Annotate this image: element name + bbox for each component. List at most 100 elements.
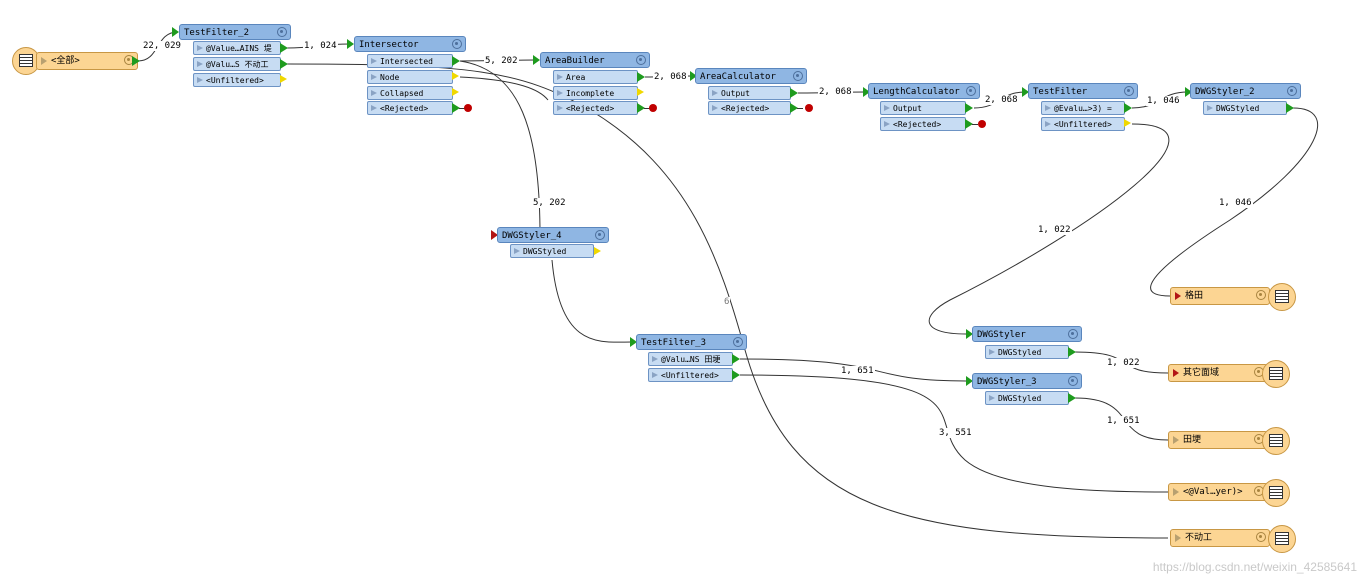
dwgstyler2-title[interactable]: DWGStyler_2 bbox=[1190, 83, 1301, 99]
gear-icon[interactable] bbox=[733, 337, 743, 347]
testfilter-port-1[interactable]: @Evalu…>3) = bbox=[1041, 101, 1125, 115]
areacalculator-title[interactable]: AreaCalculator bbox=[695, 68, 807, 84]
areabuilder-title[interactable]: AreaBuilder bbox=[540, 52, 650, 68]
reader-all[interactable]: <全部> bbox=[36, 52, 138, 70]
gear-icon[interactable] bbox=[1124, 86, 1134, 96]
watermark-text: https://blog.csdn.net/weixin_42585641 bbox=[1152, 560, 1357, 574]
intersector-title[interactable]: Intersector bbox=[354, 36, 466, 52]
output-port-arrow[interactable] bbox=[280, 43, 288, 53]
output-port-arrow[interactable] bbox=[1124, 103, 1132, 113]
gear-icon[interactable] bbox=[452, 39, 462, 49]
gear-icon[interactable] bbox=[1256, 532, 1266, 542]
edge-count-label: 2, 068 bbox=[818, 87, 853, 97]
edge-count-label: 1, 022 bbox=[1037, 225, 1072, 235]
testfilter2-port-1[interactable]: @Value…AINS 堤 bbox=[193, 41, 281, 55]
areacalculator-port-rejected[interactable]: <Rejected> bbox=[708, 101, 791, 115]
rejected-dot-icon bbox=[649, 104, 657, 112]
writer-valyer[interactable]: <@Val…yer)> bbox=[1168, 483, 1268, 501]
gear-icon[interactable] bbox=[277, 27, 287, 37]
output-port-arrow[interactable] bbox=[1068, 347, 1076, 357]
edge-count-label: 5, 202 bbox=[484, 56, 519, 66]
edge-count-label: 5, 202 bbox=[532, 198, 567, 208]
output-port-arrow[interactable] bbox=[452, 56, 460, 66]
output-port-arrow[interactable] bbox=[1124, 119, 1131, 127]
output-port-arrow[interactable] bbox=[965, 103, 973, 113]
rejected-connector bbox=[797, 108, 803, 109]
edge-count-label: 1, 046 bbox=[1218, 198, 1253, 208]
edge-count-label: 6 bbox=[723, 297, 731, 307]
gear-icon[interactable] bbox=[595, 230, 605, 240]
output-port-arrow[interactable] bbox=[452, 72, 459, 80]
writer-getian[interactable]: 格田 bbox=[1170, 287, 1270, 305]
output-port-arrow[interactable] bbox=[732, 354, 740, 364]
output-port-arrow[interactable] bbox=[637, 88, 644, 96]
gear-icon[interactable] bbox=[793, 71, 803, 81]
lengthcalculator-port-rejected[interactable]: <Rejected> bbox=[880, 117, 966, 131]
edge-count-label: 22, 029 bbox=[142, 41, 182, 51]
edge-count-label: 3, 551 bbox=[938, 428, 973, 438]
input-port-arrow[interactable] bbox=[347, 39, 354, 49]
output-port-arrow[interactable] bbox=[1286, 103, 1294, 113]
testfilter3-title[interactable]: TestFilter_3 bbox=[636, 334, 747, 350]
gear-icon[interactable] bbox=[1068, 329, 1078, 339]
writer-budonggong[interactable]: 不动工 bbox=[1170, 529, 1270, 547]
areabuilder-port-incomplete[interactable]: Incomplete bbox=[553, 86, 638, 100]
writer-table-icon bbox=[1262, 360, 1290, 388]
areabuilder-port-rejected[interactable]: <Rejected> bbox=[553, 101, 638, 115]
dwgstyler4-port-styled[interactable]: DWGStyled bbox=[510, 244, 594, 258]
output-port-arrow[interactable] bbox=[594, 247, 601, 255]
testfilter2-port-unfiltered[interactable]: <Unfiltered> bbox=[193, 73, 281, 87]
output-port-arrow[interactable] bbox=[452, 88, 459, 96]
areabuilder-port-area[interactable]: Area bbox=[553, 70, 638, 84]
output-port-arrow[interactable] bbox=[1068, 393, 1076, 403]
output-port-arrow[interactable] bbox=[132, 56, 140, 66]
edge-count-label: 1, 024 bbox=[303, 41, 338, 51]
edge-count-label: 1, 046 bbox=[1146, 96, 1181, 106]
output-port-arrow[interactable] bbox=[280, 59, 288, 69]
gear-icon[interactable] bbox=[636, 55, 646, 65]
intersector-port-collapsed[interactable]: Collapsed bbox=[367, 86, 453, 100]
intersector-port-node[interactable]: Node bbox=[367, 70, 453, 84]
dwgstyler3-title[interactable]: DWGStyler_3 bbox=[972, 373, 1082, 389]
output-port-arrow[interactable] bbox=[637, 72, 645, 82]
edge-count-label: 2, 068 bbox=[984, 95, 1019, 105]
edge-count-label: 1, 651 bbox=[840, 366, 875, 376]
input-port-arrow[interactable] bbox=[172, 27, 179, 37]
dwgstyler4-title[interactable]: DWGStyler_4 bbox=[497, 227, 609, 243]
output-port-arrow[interactable] bbox=[790, 88, 798, 98]
output-port-arrow[interactable] bbox=[280, 75, 287, 83]
areacalculator-port-output[interactable]: Output bbox=[708, 86, 791, 100]
gear-icon[interactable] bbox=[1256, 290, 1266, 300]
dwgstyler2-port-styled[interactable]: DWGStyled bbox=[1203, 101, 1287, 115]
intersector-port-intersected[interactable]: Intersected bbox=[367, 54, 453, 68]
gear-icon[interactable] bbox=[1068, 376, 1078, 386]
testfilter2-title[interactable]: TestFilter_2 bbox=[179, 24, 291, 40]
testfilter-title[interactable]: TestFilter bbox=[1028, 83, 1138, 99]
dwgstyler-port-styled[interactable]: DWGStyled bbox=[985, 345, 1069, 359]
writer-tiange[interactable]: 田埂 bbox=[1168, 431, 1268, 449]
dwgstyler-title[interactable]: DWGStyler bbox=[972, 326, 1082, 342]
writer-table-icon bbox=[1262, 479, 1290, 507]
gear-icon[interactable] bbox=[1287, 86, 1297, 96]
output-port-arrow[interactable] bbox=[732, 370, 740, 380]
edge-count-label: 2, 068 bbox=[653, 72, 688, 82]
edge-intersector-areabuilder-node bbox=[459, 76, 549, 101]
lengthcalculator-title[interactable]: LengthCalculator bbox=[868, 83, 980, 99]
testfilter2-port-2[interactable]: @Valu…S 不动工 bbox=[193, 57, 281, 71]
testfilter-port-unfiltered[interactable]: <Unfiltered> bbox=[1041, 117, 1125, 131]
rejected-dot-icon bbox=[464, 104, 472, 112]
testfilter3-port-unfiltered[interactable]: <Unfiltered> bbox=[648, 368, 733, 382]
rejected-dot-icon bbox=[978, 120, 986, 128]
dwgstyler3-port-styled[interactable]: DWGStyled bbox=[985, 391, 1069, 405]
writer-table-icon bbox=[1262, 427, 1290, 455]
intersector-port-rejected[interactable]: <Rejected> bbox=[367, 101, 453, 115]
writer-table-icon bbox=[1268, 283, 1296, 311]
testfilter3-port-1[interactable]: @Valu…NS 田埂 bbox=[648, 352, 733, 366]
input-port-arrow[interactable] bbox=[533, 55, 540, 65]
workspace-canvas[interactable]: <全部> TestFilter_2 @Value…AINS 堤 @Valu…S … bbox=[0, 0, 1365, 584]
lengthcalculator-port-output[interactable]: Output bbox=[880, 101, 966, 115]
edge-count-label: 1, 022 bbox=[1106, 358, 1141, 368]
reader-label: <全部> bbox=[51, 56, 80, 66]
gear-icon[interactable] bbox=[966, 86, 976, 96]
writer-qita[interactable]: 其它面域 bbox=[1168, 364, 1268, 382]
